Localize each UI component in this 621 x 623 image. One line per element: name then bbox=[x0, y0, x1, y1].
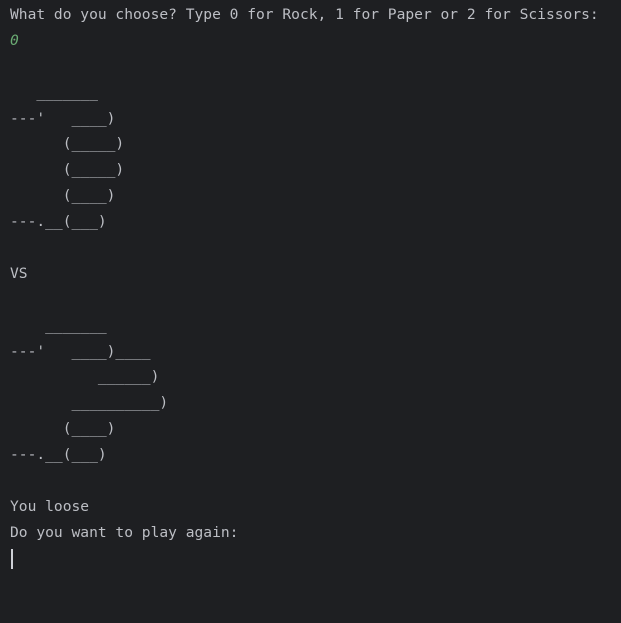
text-cursor bbox=[11, 548, 13, 569]
art-line: ---.__(___) bbox=[10, 446, 107, 464]
art-line: _______ bbox=[10, 83, 98, 101]
console-output[interactable]: What do you choose? Type 0 for Rock, 1 f… bbox=[0, 0, 621, 587]
art-line: (____) bbox=[10, 420, 116, 438]
art-line: (_____) bbox=[10, 161, 125, 179]
art-line: (_____) bbox=[10, 135, 125, 153]
result-text: You loose bbox=[10, 497, 90, 515]
user-input-echo: 0 bbox=[10, 31, 19, 49]
art-line: _______ bbox=[10, 316, 107, 334]
vs-label: VS bbox=[10, 264, 28, 282]
art-line: __________) bbox=[10, 394, 169, 412]
input-line[interactable] bbox=[10, 546, 621, 572]
art-line: ______) bbox=[10, 368, 160, 386]
player-hand-art: _______ ---' ____) (_____) (_____) (____… bbox=[10, 80, 621, 235]
computer-hand-art: _______ ---' ____)____ ______) _________… bbox=[10, 313, 621, 468]
art-line: ---.__(___) bbox=[10, 213, 107, 231]
choice-prompt: What do you choose? Type 0 for Rock, 1 f… bbox=[10, 6, 599, 23]
art-line: ---' ____) bbox=[10, 109, 116, 127]
replay-prompt: Do you want to play again: bbox=[10, 523, 239, 541]
art-line: (____) bbox=[10, 187, 116, 205]
art-line: ---' ____)____ bbox=[10, 342, 151, 360]
